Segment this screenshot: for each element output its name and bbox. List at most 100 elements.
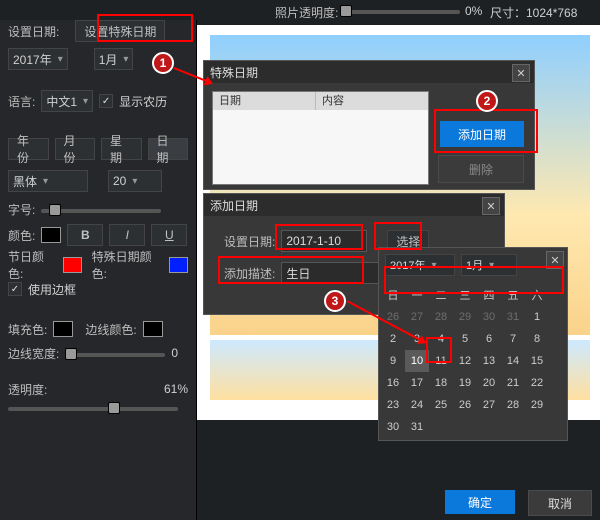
calendar-day[interactable]: 19	[453, 372, 477, 394]
calendar-day[interactable]: 20	[477, 372, 501, 394]
font-family-dropdown[interactable]: 黑体▾	[8, 170, 88, 192]
italic-button[interactable]: I	[109, 224, 145, 246]
set-special-date-button[interactable]: 设置特殊日期	[75, 20, 165, 42]
calendar-day[interactable]: 12	[453, 350, 477, 372]
festival-color-swatch[interactable]	[63, 257, 82, 273]
calendar-day[interactable]: 11	[429, 350, 453, 372]
special-dates-list: 日期 内容	[212, 91, 429, 185]
show-lunar-checkbox[interactable]: ✓	[99, 94, 113, 108]
color-label: 颜色:	[8, 227, 35, 244]
month-dropdown[interactable]: 1月▾	[94, 48, 134, 70]
calendar-day[interactable]: 31	[501, 306, 525, 328]
calendar-day[interactable]: 17	[405, 372, 429, 394]
calendar-day[interactable]: 16	[381, 372, 405, 394]
add-date-value-field[interactable]: 2017-1-10	[281, 230, 367, 252]
calendar-dow: 一	[405, 284, 429, 306]
calendar-day[interactable]: 8	[525, 328, 549, 350]
calendar-day[interactable]: 27	[477, 394, 501, 416]
opacity-label: 透明度:	[8, 381, 47, 398]
calendar-day[interactable]: 29	[525, 394, 549, 416]
festival-color-label: 节日颜色:	[8, 248, 57, 282]
font-size-value: 20	[113, 174, 126, 188]
calendar-day[interactable]: 23	[381, 394, 405, 416]
calendar-day[interactable]: 18	[429, 372, 453, 394]
calendar-day[interactable]: 14	[501, 350, 525, 372]
close-icon[interactable]: ✕	[546, 251, 564, 269]
border-color-swatch[interactable]	[143, 321, 163, 337]
use-border-checkbox[interactable]: ✓	[8, 282, 22, 296]
special-color-swatch[interactable]	[169, 257, 188, 273]
calendar-day[interactable]: 31	[405, 416, 429, 438]
calendar-day[interactable]: 30	[477, 306, 501, 328]
calendar-dow: 日	[381, 284, 405, 306]
calendar-day[interactable]: 5	[453, 328, 477, 350]
border-width-slider[interactable]	[65, 351, 165, 355]
calendar-day[interactable]: 29	[453, 306, 477, 328]
photo-opacity-value: 0%	[465, 4, 482, 18]
close-icon[interactable]: ✕	[482, 197, 500, 215]
calendar-day[interactable]: 13	[477, 350, 501, 372]
calendar-day[interactable]: 1	[525, 306, 549, 328]
tab-year[interactable]: 年份	[8, 138, 49, 160]
add-date-set-label: 设置日期:	[224, 233, 275, 250]
calendar-dow: 二	[429, 284, 453, 306]
underline-button[interactable]: U	[151, 224, 187, 246]
calendar-day[interactable]: 28	[501, 394, 525, 416]
opacity-slider[interactable]	[8, 405, 178, 409]
delete-date-button[interactable]: 删除	[438, 155, 524, 183]
opacity-value: 61%	[164, 382, 188, 396]
tab-day[interactable]: 日期	[148, 138, 189, 160]
calendar-day[interactable]: 7	[501, 328, 525, 350]
calendar-day[interactable]: 15	[525, 350, 549, 372]
calendar-day[interactable]: 24	[405, 394, 429, 416]
calendar-day[interactable]: 22	[525, 372, 549, 394]
calendar-year-value: 2017年	[390, 257, 425, 273]
fill-color-swatch[interactable]	[53, 321, 73, 337]
ok-button[interactable]: 确定	[445, 490, 515, 514]
add-date-title: 添加日期	[210, 197, 258, 214]
tab-month[interactable]: 月份	[55, 138, 96, 160]
calendar-day[interactable]: 6	[477, 328, 501, 350]
language-value: 中文1	[46, 93, 77, 110]
year-value: 2017年	[13, 51, 52, 68]
year-dropdown[interactable]: 2017年▾	[8, 48, 68, 70]
close-icon[interactable]: ✕	[512, 64, 530, 82]
add-desc-label: 添加描述:	[224, 265, 275, 282]
language-label: 语言:	[8, 93, 35, 110]
left-panel: 设置日期: 设置特殊日期 2017年▾ 1月▾ 语言: 中文1▾ ✓ 显示农历 …	[0, 20, 197, 520]
font-size-dropdown[interactable]: 20 ▾	[108, 170, 162, 192]
special-dates-title: 特殊日期	[210, 64, 258, 81]
calendar-day[interactable]: 21	[501, 372, 525, 394]
calendar-day[interactable]: 26	[453, 394, 477, 416]
calendar-day[interactable]: 9	[381, 350, 405, 372]
calendar-day[interactable]: 25	[429, 394, 453, 416]
col-content-header: 内容	[315, 92, 428, 110]
col-date-header: 日期	[213, 92, 315, 110]
use-border-label: 使用边框	[28, 281, 76, 298]
font-color-swatch[interactable]	[41, 227, 61, 243]
calendar-day[interactable]: 28	[429, 306, 453, 328]
calendar-dow: 五	[501, 284, 525, 306]
tab-week[interactable]: 星期	[101, 138, 142, 160]
show-lunar-label: 显示农历	[119, 93, 167, 110]
font-size-slider[interactable]	[41, 207, 161, 211]
calendar-day[interactable]: 10	[405, 350, 429, 372]
calendar-month-dropdown[interactable]: 1月▾	[461, 254, 517, 276]
border-width-value: 0	[171, 346, 178, 360]
chevron-down-icon: ▾	[123, 54, 128, 65]
add-date-button[interactable]: 添加日期	[440, 121, 524, 147]
tutorial-step-3: 3	[324, 290, 346, 312]
chevron-down-icon: ▾	[43, 176, 48, 187]
cancel-button[interactable]: 取消	[528, 490, 592, 516]
tutorial-step-1: 1	[152, 52, 174, 74]
calendar-day[interactable]: 4	[429, 328, 453, 350]
bold-button[interactable]: B	[67, 224, 103, 246]
border-width-label: 边线宽度:	[8, 345, 59, 362]
calendar-day[interactable]: 27	[405, 306, 429, 328]
calendar-year-dropdown[interactable]: 2017年▾	[385, 254, 455, 276]
language-dropdown[interactable]: 中文1 ▾	[41, 90, 93, 112]
chevron-down-icon: ▾	[83, 96, 88, 107]
photo-opacity-slider[interactable]	[340, 8, 460, 16]
chevron-down-icon: ▾	[132, 176, 137, 187]
calendar-day[interactable]: 30	[381, 416, 405, 438]
